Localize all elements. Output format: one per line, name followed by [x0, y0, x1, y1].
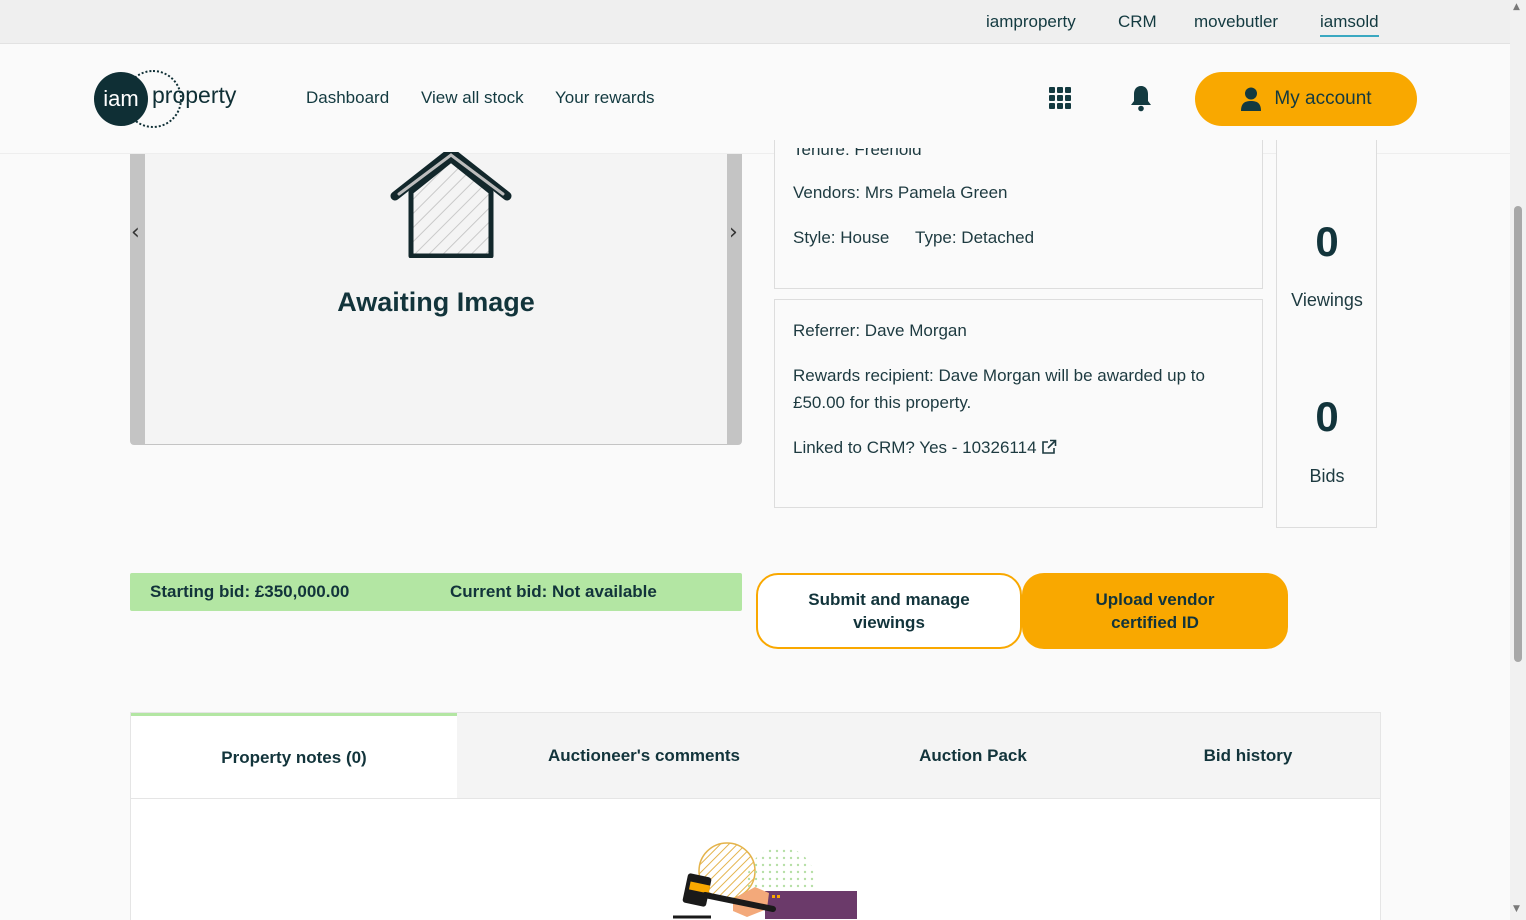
vendors-text: Vendors: Mrs Pamela Green [793, 183, 1008, 202]
nav-dashboard[interactable]: Dashboard [306, 88, 389, 108]
stats-panel: 0 Viewings 0 Bids [1276, 140, 1377, 528]
manage-viewings-button[interactable]: Submit and manage viewings [756, 573, 1022, 649]
manage-viewings-label-line2: viewings [853, 613, 925, 632]
current-bid: Current bid: Not available [450, 582, 657, 601]
external-link-icon [1041, 439, 1056, 454]
tenure-text: Tenure: Freehold [793, 140, 922, 159]
crm-link-text: Linked to CRM? Yes - 10326114 [793, 438, 1037, 457]
bids-count: 0 [1315, 393, 1339, 440]
top-bar: iamproperty CRM movebutler iamsold [0, 0, 1510, 44]
user-icon [1241, 87, 1262, 111]
rewards-text-line2: £50.00 for this property. [793, 393, 972, 412]
my-account-label: My account [1274, 88, 1372, 109]
carousel-prev-button[interactable]: ‹ [131, 220, 140, 245]
topbar-link-iamproperty[interactable]: iamproperty [986, 12, 1076, 32]
referrer-text: Referrer: Dave Morgan [793, 321, 967, 340]
carousel-slide: Awaiting Image [145, 152, 727, 444]
page-scrollbar[interactable]: ▲ ▼ [1510, 0, 1526, 920]
vendor-details-box: Tenure: Freehold Vendors: Mrs Pamela Gre… [774, 140, 1263, 289]
crm-link[interactable]: Linked to CRM? Yes - 10326114 [793, 434, 1057, 461]
tab-panel [130, 798, 1381, 920]
scroll-up-icon[interactable]: ▲ [1513, 2, 1520, 12]
rewards-text-line1: Rewards recipient: Dave Morgan will be a… [793, 366, 1205, 385]
scroll-down-icon[interactable]: ▼ [1513, 904, 1520, 914]
viewings-count: 0 [1315, 218, 1339, 265]
carousel-next-button[interactable]: › [729, 220, 738, 245]
type-text: Type: Detached [915, 228, 1035, 247]
bids-label: Bids [1309, 466, 1345, 486]
topbar-link-iamsold[interactable]: iamsold [1320, 12, 1379, 37]
apps-grid-icon[interactable] [1049, 87, 1071, 109]
tab-property-notes[interactable]: Property notes (0) [131, 713, 457, 799]
awaiting-image-text: Awaiting Image [337, 287, 535, 317]
referrer-details-box: Referrer: Dave Morgan Rewards recipient:… [774, 299, 1263, 508]
upload-vendor-id-label-line1: Upload vendor [1095, 590, 1215, 609]
my-account-button[interactable]: My account [1195, 72, 1417, 126]
upload-vendor-id-button[interactable]: Upload vendor certified ID [1022, 573, 1288, 649]
nav-your-rewards[interactable]: Your rewards [555, 88, 655, 108]
manage-viewings-label-line1: Submit and manage [808, 590, 970, 609]
tab-bid-history[interactable]: Bid history [1115, 713, 1381, 799]
auction-gavel-illustration [673, 842, 857, 919]
bell-icon[interactable] [1129, 84, 1153, 112]
style-text: Style: House [793, 228, 890, 247]
image-carousel: ‹ › Awaiting Image [130, 152, 742, 445]
topbar-link-crm[interactable]: CRM [1118, 12, 1157, 32]
scrollbar-thumb[interactable] [1514, 206, 1522, 662]
logo[interactable]: iam property [94, 70, 264, 128]
house-placeholder-icon [390, 152, 512, 258]
logo-text: property [152, 82, 237, 108]
main-header: iam property Dashboard View all stock Yo… [0, 44, 1510, 154]
property-tabs: Property notes (0) Auctioneer's comments… [130, 712, 1381, 799]
tab-auction-pack[interactable]: Auction Pack [831, 713, 1115, 799]
topbar-link-movebutler[interactable]: movebutler [1194, 12, 1278, 32]
bid-status-bar: Starting bid: £350,000.00 Current bid: N… [130, 573, 742, 611]
upload-vendor-id-label-line2: certified ID [1111, 613, 1199, 632]
viewings-label: Viewings [1291, 290, 1363, 310]
nav-view-all-stock[interactable]: View all stock [421, 88, 524, 108]
tab-auctioneers-comments[interactable]: Auctioneer's comments [457, 713, 831, 799]
logo-mark: iam [94, 72, 148, 126]
starting-bid: Starting bid: £350,000.00 [150, 582, 350, 601]
